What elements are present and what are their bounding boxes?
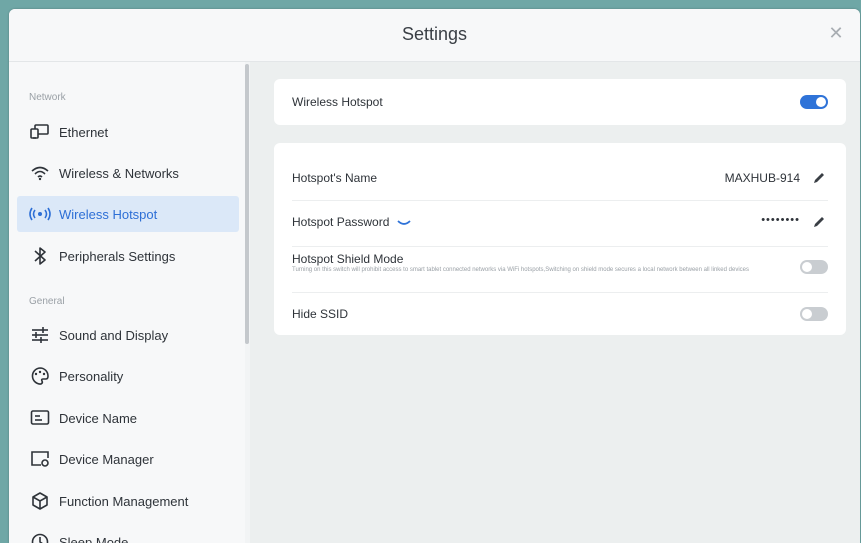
sidebar-item-wireless-hotspot[interactable]: Wireless Hotspot: [17, 196, 239, 232]
sidebar-item-device-name[interactable]: Device Name: [17, 400, 239, 436]
hotspot-name-value: MAXHUB-914: [724, 171, 800, 185]
shield-mode-label: Hotspot Shield Mode: [292, 252, 404, 266]
divider: [292, 200, 828, 201]
shield-mode-description: Turning on this switch will prohibit acc…: [292, 267, 749, 273]
hotspot-toggle-card: Wireless Hotspot: [274, 79, 846, 125]
sidebar-item-label: Sleep Mode: [59, 534, 129, 543]
wifi-icon: [29, 162, 51, 184]
clock-icon: [29, 531, 51, 543]
main-content: Wireless Hotspot Hotspot's Name MAXHUB-9…: [250, 62, 860, 543]
hotspot-icon: [29, 203, 51, 225]
hide-ssid-label: Hide SSID: [292, 307, 349, 321]
sliders-icon: [29, 324, 51, 346]
hotspot-password-value: ••••••••: [761, 214, 800, 226]
sidebar-item-label: Peripherals Settings: [59, 248, 176, 264]
sidebar-item-label: Wireless & Networks: [59, 165, 179, 181]
sidebar-item-wireless-networks[interactable]: Wireless & Networks: [17, 155, 239, 191]
title-bar: Settings ✕: [9, 9, 860, 62]
sidebar-item-peripherals[interactable]: Peripherals Settings: [17, 238, 239, 274]
sidebar-item-label: Device Manager: [59, 451, 154, 467]
hotspot-settings-card: Hotspot's Name MAXHUB-914 Hotspot Passwo…: [274, 143, 846, 335]
hide-ssid-toggle[interactable]: [800, 307, 828, 321]
sidebar-item-label: Personality: [59, 368, 124, 384]
sidebar: Network Ethernet Wireless & Networks Wir…: [9, 62, 245, 543]
divider: [292, 292, 828, 293]
sidebar-item-sleep-mode[interactable]: Sleep Mode: [17, 524, 239, 543]
palette-icon: [29, 365, 51, 387]
section-label-general: General: [29, 296, 65, 307]
sidebar-item-label: Sound and Display: [59, 327, 169, 343]
edit-name-icon[interactable]: [812, 171, 826, 185]
sidebar-item-label: Wireless Hotspot: [59, 206, 158, 222]
edit-password-icon[interactable]: [812, 215, 826, 229]
chevron-down-icon[interactable]: [397, 216, 411, 230]
ethernet-icon: [29, 121, 51, 143]
hotspot-password-label: Hotspot Password: [292, 215, 828, 230]
device-manager-icon: [29, 448, 51, 470]
close-icon[interactable]: ✕: [826, 23, 846, 43]
bluetooth-icon: [29, 245, 51, 267]
sidebar-item-label: Device Name: [59, 410, 138, 426]
sidebar-item-label: Ethernet: [59, 124, 109, 140]
sidebar-item-personality[interactable]: Personality: [17, 358, 239, 394]
sidebar-item-device-manager[interactable]: Device Manager: [17, 441, 239, 477]
section-label-network: Network: [29, 92, 66, 103]
sidebar-item-function-management[interactable]: Function Management: [17, 483, 239, 519]
divider: [292, 246, 828, 247]
window-title: Settings: [401, 24, 468, 44]
device-name-icon: [29, 407, 51, 429]
shield-mode-toggle[interactable]: [800, 260, 828, 274]
hotspot-toggle[interactable]: [800, 95, 828, 109]
cube-icon: [29, 490, 51, 512]
sidebar-item-sound-display[interactable]: Sound and Display: [17, 317, 239, 353]
sidebar-scrollbar[interactable]: [245, 64, 249, 344]
settings-window: Settings ✕ Network Ethernet Wireless & N…: [9, 9, 860, 543]
hotspot-toggle-label: Wireless Hotspot: [292, 95, 383, 109]
sidebar-item-ethernet[interactable]: Ethernet: [17, 114, 239, 150]
sidebar-item-label: Function Management: [59, 493, 189, 509]
